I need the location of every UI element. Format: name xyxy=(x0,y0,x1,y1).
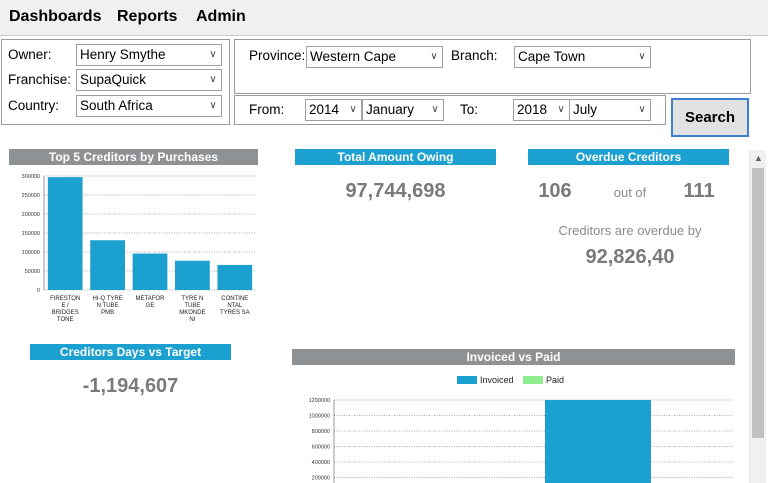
chevron-down-icon: ∨ xyxy=(349,104,357,115)
overdue-total: 111 xyxy=(683,180,715,202)
top-creditors-title: Top 5 Creditors by Purchases xyxy=(9,149,258,165)
from-year-dropdown[interactable]: 2014 ∨ xyxy=(305,99,362,121)
y-tick-label: 0 xyxy=(37,288,40,294)
chevron-down-icon: ∨ xyxy=(638,104,646,115)
from-month-value: January xyxy=(366,102,415,117)
country-dropdown[interactable]: South Africa ∨ xyxy=(76,95,222,117)
bar xyxy=(47,177,83,290)
y-tick-label: 800000 xyxy=(312,429,330,435)
x-tick-label: TYRE N TUBE MKONDE NI xyxy=(179,296,205,323)
bar xyxy=(217,264,253,290)
y-tick-label: 150000 xyxy=(22,231,40,237)
x-tick-label: METAFOR GE xyxy=(136,296,166,309)
menu-dashboards[interactable]: Dashboards xyxy=(9,8,101,26)
franchise-label: Franchise: xyxy=(8,72,72,87)
chevron-down-icon: ∨ xyxy=(431,104,439,115)
legend-label-paid: Paid xyxy=(546,375,564,385)
to-month-dropdown[interactable]: July ∨ xyxy=(569,99,651,121)
x-tick-label: FIRESTON E / BRIDGES TONE xyxy=(50,296,80,323)
legend-swatch-paid xyxy=(523,376,543,384)
out-of-text: out of xyxy=(613,185,647,200)
y-tick-label: 250000 xyxy=(22,193,40,199)
y-tick-label: 300000 xyxy=(22,174,40,180)
owner-label: Owner: xyxy=(8,47,52,62)
from-month-dropdown[interactable]: January ∨ xyxy=(362,99,444,121)
chevron-down-icon: ∨ xyxy=(638,51,646,62)
franchise-dropdown[interactable]: SupaQuick ∨ xyxy=(76,69,222,91)
top-creditors-chart: 0 50000 100000 150000 200000 250000 300000 FIRE… xyxy=(22,174,256,323)
province-dropdown[interactable]: Western Cape ∨ xyxy=(306,46,443,68)
menu-admin[interactable]: Admin xyxy=(196,8,246,26)
from-label: From: xyxy=(249,102,285,117)
province-label: Province: xyxy=(249,48,306,63)
owner-value: Henry Smythe xyxy=(80,47,166,62)
branch-value: Cape Town xyxy=(518,49,586,64)
vertical-scrollbar[interactable]: ▲ xyxy=(749,150,766,483)
country-label: Country: xyxy=(8,98,60,113)
branch-label: Branch: xyxy=(451,48,498,63)
menu-bar: Dashboards Reports Admin xyxy=(0,0,768,36)
chevron-down-icon: ∨ xyxy=(209,49,217,60)
menu-reports[interactable]: Reports xyxy=(117,8,177,26)
y-tick-label: 600000 xyxy=(312,445,330,451)
from-year-value: 2014 xyxy=(309,102,340,117)
bar xyxy=(175,260,210,290)
to-label: To: xyxy=(460,102,479,117)
y-tick-label: 100000 xyxy=(22,250,40,256)
country-value: South Africa xyxy=(80,98,153,113)
bar-invoiced xyxy=(545,400,651,483)
y-tick-label: 200000 xyxy=(312,476,330,482)
owner-filter-group: Owner: Henry Smythe ∨ Franchise: SupaQui… xyxy=(1,39,230,125)
province-value: Western Cape xyxy=(310,49,397,64)
date-filter-group: From: 2014 ∨ January ∨ To: 2018 ∨ July ∨ xyxy=(234,95,666,125)
to-month-value: July xyxy=(573,102,598,117)
scroll-thumb[interactable] xyxy=(752,168,764,438)
scroll-up-arrow-icon[interactable]: ▲ xyxy=(750,150,767,167)
creditor-days-title: Creditors Days vs Target xyxy=(30,344,231,360)
y-tick-label: 400000 xyxy=(312,460,330,466)
y-tick-label: 1000000 xyxy=(309,414,330,420)
bar xyxy=(90,240,125,290)
y-tick-label: 200000 xyxy=(22,212,40,218)
franchise-value: SupaQuick xyxy=(80,72,147,87)
invoiced-vs-paid-title: Invoiced vs Paid xyxy=(292,349,735,365)
x-tick-label: HI-Q TYRE N TUBE PMB xyxy=(92,296,122,316)
x-tick-label: CONTINE NTAL TYRES SA xyxy=(220,296,250,316)
legend-swatch-invoiced xyxy=(457,376,477,384)
to-year-dropdown[interactable]: 2018 ∨ xyxy=(513,99,570,121)
creditor-days-value: -1,194,607 xyxy=(82,375,179,397)
total-owing-value: 97,744,698 xyxy=(345,180,446,202)
y-tick-label: 50000 xyxy=(25,269,40,275)
to-year-value: 2018 xyxy=(517,102,548,117)
y-tick-label: 1200000 xyxy=(309,398,330,404)
overdue-creditors-title: Overdue Creditors xyxy=(528,149,729,165)
overdue-by-label: Creditors are overdue by xyxy=(558,223,702,238)
chevron-down-icon: ∨ xyxy=(209,100,217,111)
invoiced-vs-paid-chart: Invoiced Paid 200000 400000 600000 800000 1000… xyxy=(309,375,734,483)
chevron-down-icon: ∨ xyxy=(209,74,217,85)
overdue-count: 106 xyxy=(538,180,572,202)
owner-dropdown[interactable]: Henry Smythe ∨ xyxy=(76,44,222,66)
location-filter-group: Province: Western Cape ∨ Branch: Cape To… xyxy=(234,39,751,94)
branch-dropdown[interactable]: Cape Town ∨ xyxy=(514,46,651,68)
legend-label-invoiced: Invoiced xyxy=(480,375,514,385)
chevron-down-icon: ∨ xyxy=(430,51,438,62)
chevron-down-icon: ∨ xyxy=(557,104,565,115)
bar xyxy=(132,253,168,290)
search-button[interactable]: Search xyxy=(671,98,749,137)
overdue-by-value: 92,826,40 xyxy=(585,246,675,268)
total-owing-title: Total Amount Owing xyxy=(295,149,496,165)
